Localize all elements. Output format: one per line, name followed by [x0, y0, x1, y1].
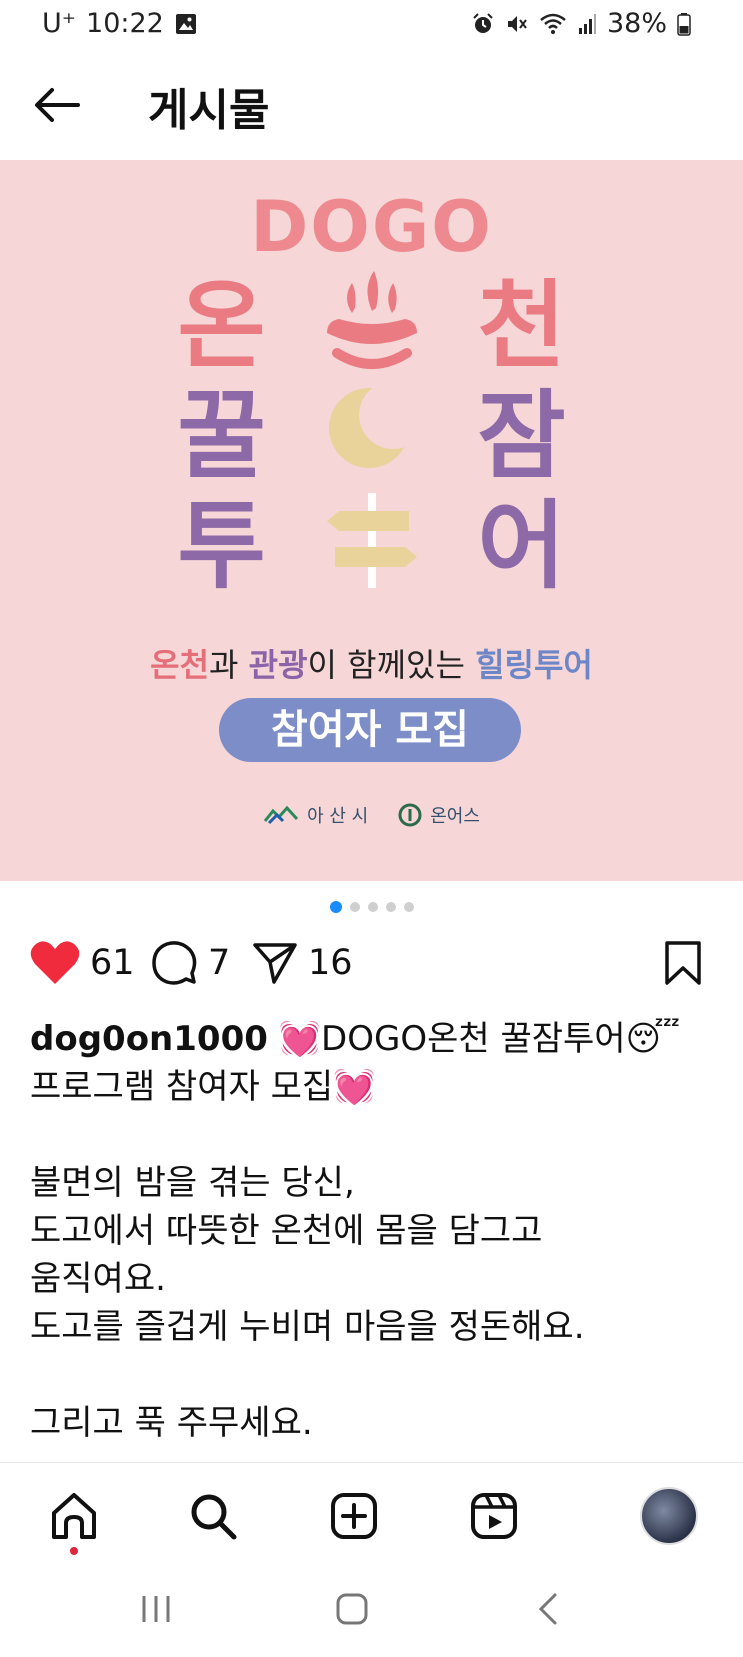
home-button-icon[interactable] — [335, 1592, 369, 1626]
caption-line-7: 도고를 즐겁게 누비며 마음을 정돈해요. — [30, 1307, 585, 1347]
home-icon[interactable] — [49, 1491, 99, 1541]
oneos-logo-text: 온어스 — [430, 806, 480, 827]
poster-subtitle: 온천과 관광이 함께있는 힐링투어 — [0, 640, 743, 686]
caption-line-6: 움직여요. — [30, 1259, 166, 1299]
home-notification-dot — [70, 1547, 78, 1555]
subtitle-part-5: 힐링투어 — [475, 646, 593, 684]
poster-char-tu: 투 — [177, 490, 266, 602]
like-count: 61 — [90, 943, 135, 983]
back-button-icon[interactable] — [536, 1592, 560, 1626]
poster-logos: 아 산 시 온어스 — [0, 802, 743, 828]
moon-icon — [297, 373, 447, 483]
poster-row-3: 투 어 — [0, 468, 743, 607]
status-right: 38% — [471, 8, 691, 39]
wifi-icon — [540, 13, 566, 34]
caption-line-1: dog0on1000 💓DOGO온천 꿀잠투어😴 — [30, 1015, 720, 1063]
carrier-label: U⁺ — [42, 8, 77, 39]
hot-spring-icon — [297, 263, 447, 373]
caption-line-3 — [30, 1111, 720, 1159]
post-actions: 61 7 16 — [0, 940, 743, 1010]
post-caption: dog0on1000 💓DOGO온천 꿀잠투어😴 프로그램 참여자 모집💓 불면… — [30, 1015, 720, 1447]
caption-line-4: 불면의 밤을 겪는 당신, — [30, 1163, 355, 1203]
carousel-dot — [367, 902, 378, 912]
recent-apps-icon[interactable] — [140, 1592, 172, 1626]
mute-icon — [507, 15, 527, 32]
caption-line-9: 그리고 푹 주무세요. — [30, 1403, 313, 1443]
asan-logo: 아 산 시 — [263, 802, 368, 828]
caption-line-5: 도고에서 따뜻한 온천에 몸을 담그고 — [30, 1211, 543, 1251]
comment-icon[interactable] — [152, 940, 198, 986]
post-image[interactable]: DOGO 온 천 꿀 잠 투 어 온천과 관광이 함께있는 힐링투어 참여자 모… — [0, 160, 743, 881]
poster-char-eo: 어 — [477, 490, 566, 602]
caption-line-2: 프로그램 참여자 모집💓 — [30, 1067, 376, 1107]
comment-count: 7 — [208, 943, 231, 983]
header-bar: 게시물 — [0, 60, 743, 152]
asan-mark-icon — [263, 805, 299, 825]
search-icon[interactable] — [188, 1491, 238, 1541]
signpost-icon — [297, 483, 447, 593]
asan-logo-text: 아 산 시 — [307, 806, 369, 827]
battery-label: 38% — [606, 8, 667, 39]
system-navigation — [0, 1572, 743, 1657]
oneos-logo: 온어스 — [398, 802, 480, 828]
create-icon[interactable] — [329, 1491, 379, 1541]
caption-username[interactable]: dog0on1000 — [30, 1019, 268, 1059]
comment-action[interactable]: 7 — [152, 940, 230, 986]
subtitle-part-1: 온천 — [150, 646, 210, 684]
status-bar: U⁺ 10:22 38% — [0, 0, 743, 52]
save-action[interactable] — [664, 940, 702, 986]
share-count: 16 — [308, 943, 353, 983]
profile-avatar[interactable] — [640, 1487, 698, 1545]
image-icon — [175, 13, 196, 34]
caption-line-8 — [30, 1351, 720, 1399]
send-icon[interactable] — [252, 940, 298, 986]
reels-icon[interactable] — [469, 1491, 519, 1541]
poster-recruit-banner: 참여자 모집 — [219, 698, 521, 762]
back-arrow-icon[interactable] — [32, 80, 82, 130]
carousel-dot — [403, 902, 414, 912]
oneos-mark-icon — [398, 803, 422, 827]
status-left: U⁺ 10:22 — [42, 8, 198, 39]
carousel-dot — [385, 902, 396, 912]
carousel-dot — [349, 902, 360, 912]
page-title: 게시물 — [148, 85, 270, 136]
clock: 10:22 — [86, 8, 164, 39]
share-action[interactable]: 16 — [252, 940, 353, 986]
subtitle-part-4: 이 함께있는 — [307, 646, 476, 684]
alarm-icon — [473, 12, 493, 33]
subtitle-part-3: 관광 — [248, 646, 308, 684]
bottom-navigation — [0, 1462, 743, 1571]
carousel-dot — [329, 901, 342, 913]
subtitle-part-2: 과 — [209, 646, 249, 684]
battery-icon — [677, 12, 691, 36]
caption-headline: 💓DOGO온천 꿀잠투어😴 — [267, 1019, 681, 1059]
like-action[interactable]: 61 — [30, 940, 135, 986]
carousel-indicator — [0, 901, 743, 913]
signal-icon — [578, 13, 596, 34]
heart-icon[interactable] — [30, 940, 80, 986]
bookmark-icon[interactable] — [664, 940, 702, 986]
